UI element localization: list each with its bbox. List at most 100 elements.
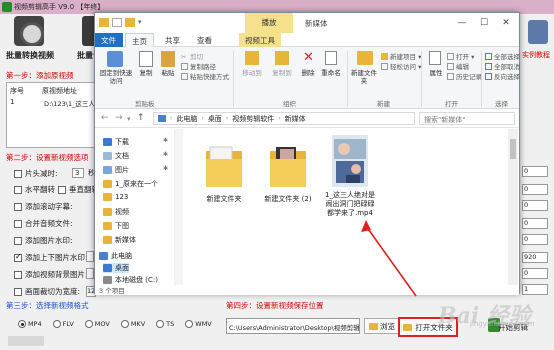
cut-button[interactable]: ✂ 剪切 xyxy=(181,51,203,62)
checkbox[interactable] xyxy=(14,219,22,228)
back-arrow-icon[interactable]: ← xyxy=(101,113,109,123)
option-background-image[interactable]: 添加视频背景图片: xyxy=(14,269,88,280)
file-item-folder[interactable]: 新建文件夹 xyxy=(193,139,255,209)
move-to-button[interactable]: 移动到 xyxy=(237,69,267,77)
breadcrumb[interactable]: › 此电脑 › 桌面 › 视频剪辑软件 › 新媒体 xyxy=(153,112,415,125)
param-field[interactable]: 0 xyxy=(522,184,548,195)
fade-seconds-input[interactable]: 3 xyxy=(72,168,84,178)
nav-item-downloads[interactable]: 下载 xyxy=(103,137,129,147)
properties-icon[interactable] xyxy=(112,18,122,27)
easy-access-button[interactable]: 轻松访问 ▾ xyxy=(381,61,421,71)
open-button[interactable]: 打开 ▾ xyxy=(447,51,474,61)
paste-button[interactable]: 粘贴 xyxy=(157,69,179,77)
format-option-flv[interactable]: FLV xyxy=(52,320,74,328)
format-option-mov[interactable]: MOV xyxy=(84,320,110,328)
tab-video-tools[interactable]: 视频工具 xyxy=(239,33,281,47)
breadcrumb-item[interactable]: 新媒体 xyxy=(285,114,306,124)
radio[interactable] xyxy=(185,320,194,328)
batch-convert-button[interactable]: 批量转换视频 xyxy=(6,50,54,61)
checkbox[interactable] xyxy=(14,287,22,296)
tab-view[interactable]: 查看 xyxy=(191,33,218,47)
radio[interactable] xyxy=(120,320,129,328)
radio[interactable] xyxy=(84,320,93,328)
scrollbar-thumb[interactable] xyxy=(510,139,516,159)
nav-item-pictures[interactable]: 图片 xyxy=(103,165,129,175)
list-item-path[interactable]: D:\123\1_这三人婉 xyxy=(44,98,101,108)
new-folder-icon[interactable] xyxy=(125,18,135,27)
radio[interactable] xyxy=(52,320,61,328)
window-controls[interactable]: — ☐ ✕ xyxy=(451,16,517,30)
format-option-mp4[interactable]: MP4 xyxy=(18,320,42,328)
maximize-icon[interactable]: ☐ xyxy=(473,16,495,30)
param-field[interactable]: 920 xyxy=(522,252,548,263)
option-vflip[interactable]: 垂直翻转 xyxy=(58,184,99,195)
breadcrumb-item[interactable]: 视频剪辑软件 xyxy=(232,114,274,124)
pin-icon[interactable] xyxy=(107,51,123,67)
nav-item-folder[interactable]: 新媒体 xyxy=(103,235,136,245)
minimize-icon[interactable]: — xyxy=(451,16,473,30)
new-folder-icon[interactable] xyxy=(357,51,373,65)
checkbox[interactable] xyxy=(14,185,22,194)
param-field[interactable]: 0 xyxy=(522,166,548,177)
tab-share[interactable]: 共享 xyxy=(159,33,186,47)
copy-button[interactable]: 复制 xyxy=(135,69,157,77)
radio[interactable] xyxy=(156,320,165,328)
copy-to-icon[interactable] xyxy=(275,51,289,65)
param-field[interactable]: 1 xyxy=(522,284,548,295)
pin-quick-access-button[interactable]: 固定到快速访问 xyxy=(97,69,135,85)
tutorial-icon[interactable] xyxy=(528,20,548,44)
pin-icon[interactable]: ✱ xyxy=(163,151,168,158)
option-top-bottom-watermark[interactable]: 添加上下图片水印: xyxy=(14,252,88,263)
nav-item-folder[interactable]: 1_原来在一个 xyxy=(103,179,158,189)
invert-selection-button[interactable]: 反向选择 xyxy=(485,71,520,81)
param-field[interactable]: 0 xyxy=(522,268,548,279)
pin-icon[interactable]: ✱ xyxy=(163,137,168,144)
output-path-input[interactable]: C:\Users\Administrator\Desktop\视频剪辑 xyxy=(226,318,360,334)
forward-arrow-icon[interactable]: → xyxy=(115,113,123,123)
tutorial-link[interactable]: 实例教程 xyxy=(522,50,550,60)
history-button[interactable]: 历史记录 xyxy=(447,71,482,81)
nav-item-folder[interactable]: 123 xyxy=(103,193,128,201)
tab-file[interactable]: 文件 xyxy=(95,33,123,47)
pin-icon[interactable]: ✱ xyxy=(163,165,168,172)
recent-dropdown-icon[interactable]: ▾ xyxy=(127,115,131,123)
new-item-button[interactable]: 新建项目 ▾ xyxy=(381,51,421,61)
radio-selected[interactable] xyxy=(18,320,26,328)
checkbox[interactable] xyxy=(14,270,22,279)
delete-icon[interactable]: ✕ xyxy=(303,51,315,65)
nav-item-folder[interactable]: 下图 xyxy=(103,221,129,231)
rename-button[interactable]: 重命名 xyxy=(317,69,345,77)
context-tab-play[interactable]: 播放 xyxy=(245,13,293,33)
param-field[interactable]: 0 xyxy=(522,218,548,229)
nav-item-this-pc[interactable]: 此电脑 xyxy=(99,251,132,261)
format-option-ts[interactable]: TS xyxy=(156,320,174,328)
up-arrow-icon[interactable]: ↑ xyxy=(137,113,145,123)
move-to-icon[interactable] xyxy=(245,51,259,65)
checkbox-checked[interactable] xyxy=(14,252,22,262)
nav-item-folder[interactable]: 视频 xyxy=(103,207,129,217)
chevron-right-icon[interactable]: › xyxy=(226,115,228,122)
file-explorer-window[interactable]: ▾ 播放 新媒体 — ☐ ✕ 文件 主页 共享 查看 视频工具 固定到快速访问 … xyxy=(94,12,520,295)
select-none-button[interactable]: 全部取消 xyxy=(485,61,520,71)
breadcrumb-item[interactable]: 桌面 xyxy=(208,114,222,124)
breadcrumb-item[interactable]: 此电脑 xyxy=(176,114,197,124)
option-merge-audio[interactable]: 合并音频文件: xyxy=(14,218,73,229)
param-field[interactable]: 0 xyxy=(522,234,548,245)
format-radio-group[interactable]: MP4 FLV MOV MKV TS WMV xyxy=(18,320,212,328)
chevron-right-icon[interactable]: › xyxy=(170,115,172,122)
tab-home[interactable]: 主页 xyxy=(125,33,154,47)
nav-scrollbar[interactable] xyxy=(175,129,183,285)
edit-button[interactable]: 编辑 xyxy=(447,61,469,71)
checkbox[interactable] xyxy=(14,169,22,178)
nav-item-drive-c[interactable]: 本地磁盘 (C:) xyxy=(103,275,158,285)
rename-icon[interactable] xyxy=(325,51,337,65)
option-image-watermark[interactable]: 添加图片水印: xyxy=(14,235,73,246)
copy-path-button[interactable]: 复制路径 xyxy=(181,61,216,71)
paste-shortcut-button[interactable]: 粘贴快捷方式 xyxy=(181,71,229,81)
chevron-right-icon[interactable]: › xyxy=(278,115,280,122)
file-content-pane[interactable]: 新建文件夹 新建文件夹 (2) 1_这三人绝对是 闹出洞门把碌碌 都学来了.mp xyxy=(177,129,519,285)
delete-button[interactable]: 删除 xyxy=(297,69,319,77)
customize-dropdown-icon[interactable]: ▾ xyxy=(138,18,142,27)
nav-item-documents[interactable]: 文档 xyxy=(103,151,129,161)
watermark-path-field[interactable] xyxy=(86,251,94,262)
